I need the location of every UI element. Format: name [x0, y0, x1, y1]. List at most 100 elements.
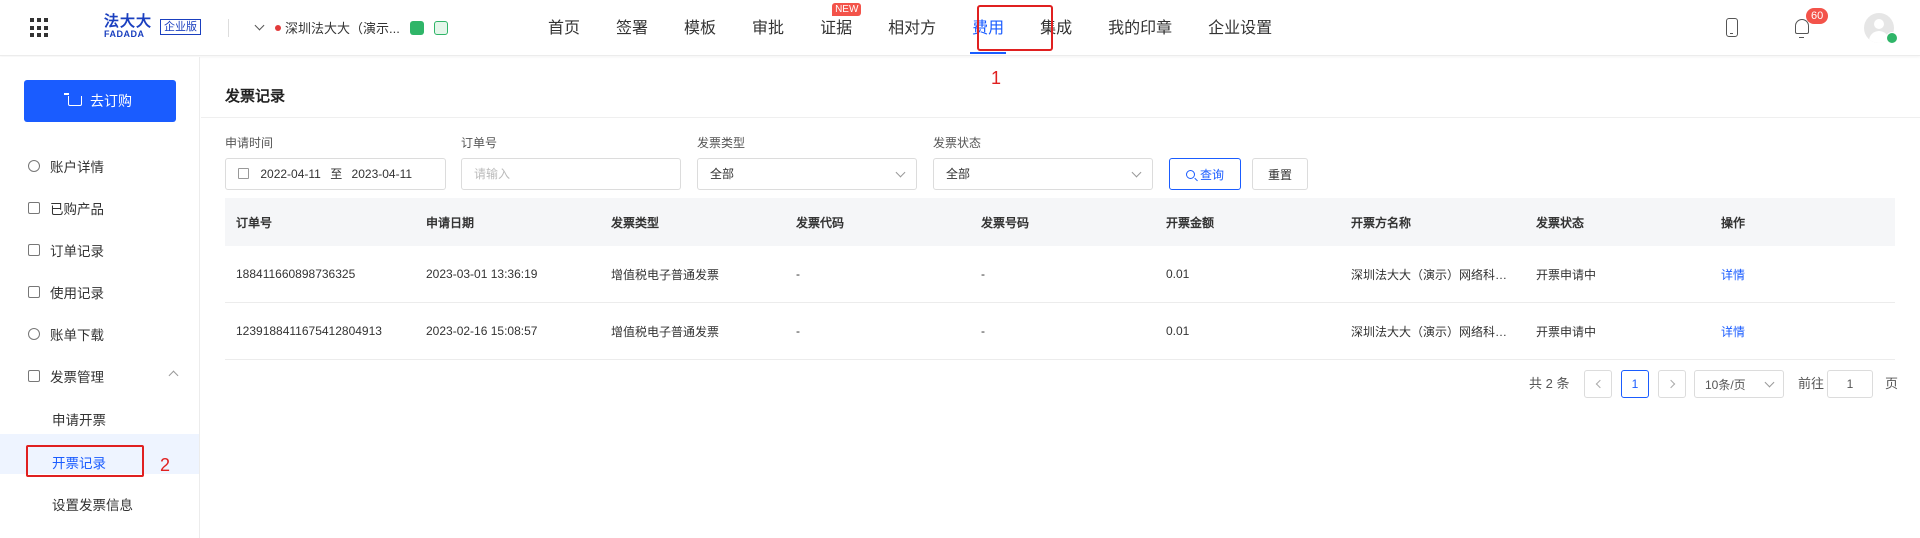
- app-grid-icon[interactable]: [30, 18, 50, 38]
- invoice-code-cell: -: [796, 324, 800, 338]
- query-button[interactable]: 查询: [1169, 158, 1241, 190]
- nav-label: 审批: [752, 20, 785, 37]
- sidebar-item-label: 已购产品: [50, 202, 104, 217]
- sidebar-item-bill-download[interactable]: 账单下载: [28, 324, 104, 344]
- column-header: 申请日期: [426, 215, 475, 230]
- sidebar-item-usage-records[interactable]: 使用记录: [28, 282, 104, 302]
- sidebar-item-order-records[interactable]: 订单记录: [28, 240, 104, 260]
- nav-label: 企业设置: [1208, 20, 1273, 37]
- invoice-code-cell: -: [796, 267, 800, 281]
- invoice-type-select[interactable]: 全部: [697, 158, 917, 190]
- cart-icon: [64, 93, 82, 106]
- search-icon: [1185, 169, 1195, 179]
- column-header: 开票方名称: [1351, 215, 1412, 230]
- nav-label: 证据: [820, 20, 853, 37]
- nav-home[interactable]: 首页: [530, 0, 598, 56]
- amount-cell: 0.01: [1166, 267, 1190, 281]
- new-tag: NEW: [832, 3, 862, 16]
- chevron-down-icon: [1764, 377, 1775, 388]
- main-content: 发票记录 申请时间 2022-04-11 至 2023-04-11 订单号 请输…: [201, 57, 1920, 538]
- column-header: 开票金额: [1166, 215, 1215, 230]
- main-nav: 首页 签署 模板 审批 证据 NEW 相对方 费用 集成 我的印章 企业设置: [530, 0, 1290, 56]
- nav-enterprise-settings[interactable]: 企业设置: [1190, 0, 1290, 56]
- chevron-down-icon: [254, 20, 265, 31]
- sidebar-subitem-apply-invoice[interactable]: 申请开票: [52, 409, 106, 429]
- sidebar-item-invoice-management[interactable]: 发票管理: [28, 366, 104, 386]
- header-divider: [228, 19, 229, 37]
- sidebar-item-purchased-products[interactable]: 已购产品: [28, 198, 104, 218]
- pagination-total: 共 2 条: [1529, 376, 1570, 391]
- go-order-button[interactable]: 去订购: [24, 80, 176, 122]
- date-filter-label: 申请时间: [225, 136, 274, 150]
- sidebar-item-label: 账户详情: [50, 160, 104, 175]
- invoice-table: 订单号 申请日期 发票类型 发票代码 发票号码 开票金额 开票方名称 发票状态 …: [225, 198, 1895, 360]
- page-size-select[interactable]: 10条/页: [1694, 370, 1784, 398]
- column-header: 发票号码: [981, 215, 1030, 230]
- invoice-status-cell: 开票申请中: [1536, 267, 1597, 282]
- mobile-phone-icon[interactable]: [1726, 18, 1738, 37]
- user-icon: [28, 160, 40, 172]
- logo-sub-text: FADADA: [104, 29, 145, 39]
- sidebar-item-label: 发票管理: [50, 370, 104, 385]
- invoice-status-cell: 开票申请中: [1536, 324, 1597, 339]
- logo[interactable]: 法大大 FADADA 企业版: [104, 13, 201, 40]
- query-label: 查询: [1199, 167, 1224, 182]
- reset-button[interactable]: 重置: [1252, 158, 1308, 190]
- details-link[interactable]: 详情: [1710, 266, 1895, 283]
- table-row: 188411660898736325 2023-03-01 13:36:19 增…: [225, 246, 1895, 303]
- order-number-cell: 1239188411675412804913: [236, 324, 382, 338]
- sidebar-item-label: 账单下载: [50, 328, 104, 343]
- goto-page-input[interactable]: 1: [1827, 370, 1873, 398]
- go-order-label: 去订购: [90, 93, 132, 109]
- org-name: 深圳法大大（演示...: [285, 21, 400, 36]
- nav-template[interactable]: 模板: [666, 0, 734, 56]
- verified-shield-icon: [409, 20, 424, 35]
- order-number-placeholder: 请输入: [474, 167, 511, 181]
- nav-approval[interactable]: 审批: [734, 0, 802, 56]
- table-row: 1239188411675412804913 2023-02-16 15:08:…: [225, 303, 1895, 360]
- apply-date-cell: 2023-03-01 13:36:19: [426, 267, 538, 281]
- prev-page-button[interactable]: [1584, 370, 1612, 398]
- chevron-up-icon[interactable]: [168, 370, 179, 381]
- verified-check-icon: [1886, 32, 1898, 44]
- logo-main-text: 法大大: [104, 13, 153, 30]
- org-switcher[interactable]: 深圳法大大（演示...: [254, 18, 448, 37]
- nav-label: 我的印章: [1108, 20, 1173, 37]
- nav-sign[interactable]: 签署: [598, 0, 666, 56]
- details-link[interactable]: 详情: [1710, 323, 1895, 340]
- chevron-down-icon: [895, 167, 906, 178]
- sidebar-item-account-details[interactable]: 账户详情: [28, 156, 104, 176]
- nav-label: 相对方: [888, 20, 937, 37]
- column-header: 发票状态: [1536, 215, 1585, 230]
- chevron-left-icon: [1595, 379, 1604, 389]
- apply-date-cell: 2023-02-16 15:08:57: [426, 324, 538, 338]
- page-number-button[interactable]: 1: [1621, 370, 1649, 398]
- column-header: 操作: [1721, 215, 1746, 230]
- nav-evidence[interactable]: 证据 NEW: [802, 0, 870, 56]
- sidebar-subitem-invoice-settings[interactable]: 设置发票信息: [52, 494, 133, 514]
- nav-label: 签署: [616, 20, 649, 37]
- bar-chart-icon: [28, 202, 40, 214]
- column-header: 订单号: [236, 215, 273, 230]
- invoice-type-label: 发票类型: [697, 136, 746, 150]
- order-number-input[interactable]: 请输入: [461, 158, 681, 190]
- order-number-cell: 188411660898736325: [236, 267, 356, 281]
- nav-counterparty[interactable]: 相对方: [870, 0, 954, 56]
- nav-my-seals[interactable]: 我的印章: [1090, 0, 1190, 56]
- invoice-type-cell: 增值税电子普通发票: [611, 267, 720, 282]
- nav-label: 模板: [684, 20, 717, 37]
- date-separator: 至: [330, 167, 343, 181]
- title-divider: [201, 117, 1920, 118]
- order-filter-label: 订单号: [461, 136, 498, 150]
- document-icon: [28, 244, 40, 256]
- top-bar: 法大大 FADADA 企业版 深圳法大大（演示... 首页 签署 模板 审批 证…: [0, 0, 1920, 56]
- invoice-status-select[interactable]: 全部: [933, 158, 1153, 190]
- date-range-picker[interactable]: 2022-04-11 至 2023-04-11: [225, 158, 446, 190]
- date-start: 2022-04-11: [260, 167, 321, 181]
- invoice-status-value: 全部: [946, 167, 971, 181]
- annotation-label-2: 2: [160, 455, 171, 475]
- invoice-icon: [28, 370, 40, 382]
- bell-icon[interactable]: [1795, 19, 1809, 38]
- next-page-button[interactable]: [1658, 370, 1686, 398]
- page-title: 发票记录: [225, 88, 286, 105]
